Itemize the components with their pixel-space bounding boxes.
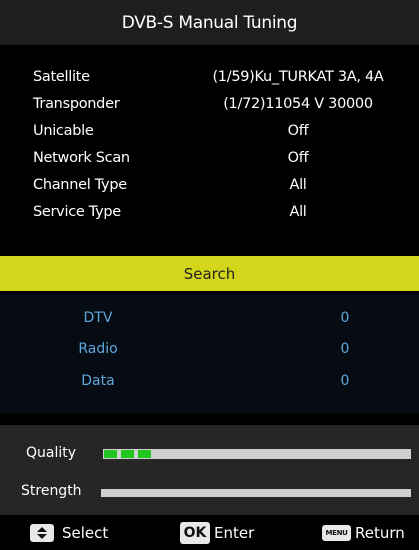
up-down-icon <box>30 524 54 542</box>
setting-row-channel-type[interactable]: Channel Type All <box>0 177 419 203</box>
strength-label: Strength <box>21 483 82 499</box>
footer-hints: Select OK Enter MENU Return <box>0 517 419 550</box>
page-title: DVB-S Manual Tuning <box>121 12 298 33</box>
setting-value: (1/59)Ku_TURKAT 3A, 4A <box>212 69 384 85</box>
return-hint: MENU Return <box>322 524 405 542</box>
title-bar: DVB-S Manual Tuning <box>0 0 419 45</box>
settings-list: Satellite (1/59)Ku_TURKAT 3A, 4A Transpo… <box>0 55 419 247</box>
setting-label: Satellite <box>33 69 90 85</box>
setting-value: Off <box>287 150 309 166</box>
signal-panel: Quality Strength <box>0 425 419 515</box>
enter-label: Enter <box>214 524 255 542</box>
select-label: Select <box>62 524 109 542</box>
quality-segment <box>104 450 117 458</box>
result-row-data: Data 0 <box>0 373 419 397</box>
setting-label: Channel Type <box>33 177 127 193</box>
result-row-dtv: DTV 0 <box>0 310 419 334</box>
result-row-radio: Radio 0 <box>0 341 419 365</box>
setting-row-transponder[interactable]: Transponder (1/72)11054 V 30000 <box>0 96 419 122</box>
result-label: Radio <box>78 341 118 357</box>
result-count: 0 <box>340 341 350 357</box>
quality-segment <box>138 450 151 458</box>
search-label: Search <box>183 264 236 283</box>
setting-value: All <box>289 177 307 193</box>
strength-bar <box>101 489 411 497</box>
search-button[interactable]: Search <box>0 256 419 291</box>
select-hint: Select <box>30 524 108 542</box>
setting-row-service-type[interactable]: Service Type All <box>0 204 419 230</box>
quality-bar <box>103 449 411 459</box>
menu-key-icon: MENU <box>322 525 351 541</box>
result-count: 0 <box>340 310 350 326</box>
setting-label: Unicable <box>33 123 94 139</box>
result-count: 0 <box>340 373 350 389</box>
result-label: Data <box>81 373 115 389</box>
setting-label: Transponder <box>33 96 120 112</box>
setting-value: All <box>289 204 307 220</box>
scan-results: DTV 0 Radio 0 Data 0 <box>0 295 419 413</box>
enter-hint: OK Enter <box>180 522 254 544</box>
setting-value: Off <box>287 123 309 139</box>
setting-row-satellite[interactable]: Satellite (1/59)Ku_TURKAT 3A, 4A <box>0 69 419 95</box>
setting-label: Service Type <box>33 204 121 220</box>
result-label: DTV <box>83 310 113 326</box>
ok-key-icon: OK <box>180 522 210 544</box>
quality-segment <box>121 450 134 458</box>
setting-row-network-scan[interactable]: Network Scan Off <box>0 150 419 176</box>
setting-value: (1/72)11054 V 30000 <box>223 96 373 112</box>
quality-label: Quality <box>26 445 77 461</box>
setting-row-unicable[interactable]: Unicable Off <box>0 123 419 149</box>
setting-label: Network Scan <box>33 150 130 166</box>
return-label: Return <box>355 524 405 542</box>
